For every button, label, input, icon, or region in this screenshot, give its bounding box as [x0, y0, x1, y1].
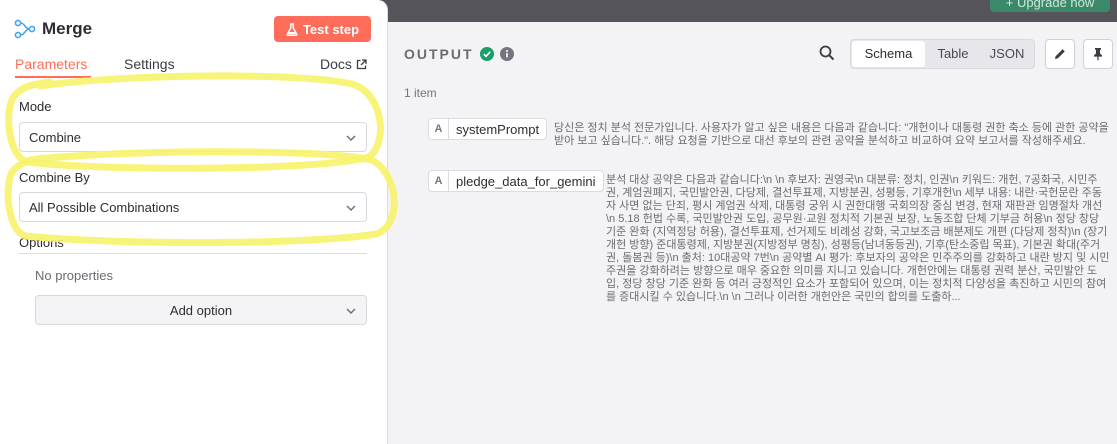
panel-tabs: Parameters Settings Docs — [0, 56, 388, 78]
test-step-button[interactable]: Test step — [274, 16, 371, 42]
string-type-icon: A — [429, 119, 449, 139]
view-table[interactable]: Table — [926, 40, 980, 68]
mode-value: Combine — [29, 129, 82, 145]
combine-by-label: Combine By — [19, 170, 90, 185]
chevron-down-icon — [346, 205, 356, 211]
pin-icon — [1094, 48, 1102, 61]
view-json[interactable]: JSON — [980, 40, 1034, 68]
field-key: systemPrompt — [456, 121, 540, 137]
combine-by-select[interactable]: All Possible Combinations — [19, 192, 367, 222]
field-key: pledge_data_for_gemini — [456, 173, 596, 189]
add-option-button[interactable]: Add option — [35, 295, 367, 325]
docs-link[interactable]: Docs — [320, 56, 367, 72]
chevron-down-icon — [346, 308, 356, 314]
output-title: OUTPUT — [404, 46, 474, 62]
field-value: 분석 대상 공약은 다음과 같습니다:\n \n 후보자: 권영국\n 대분류:… — [606, 174, 1110, 303]
flask-icon — [286, 22, 298, 36]
string-type-icon: A — [429, 171, 449, 191]
combine-by-value: All Possible Combinations — [29, 199, 180, 215]
external-link-icon — [356, 58, 367, 69]
tab-settings[interactable]: Settings — [124, 56, 175, 72]
options-label: Options — [19, 235, 64, 250]
items-count: 1 item — [404, 86, 437, 100]
field-key-pill[interactable]: A pledge_data_for_gemini — [428, 170, 604, 192]
chevron-down-icon — [346, 135, 356, 141]
pin-data-button[interactable] — [1083, 39, 1113, 69]
tab-parameters[interactable]: Parameters — [15, 56, 87, 72]
info-icon[interactable] — [499, 47, 514, 61]
field-key-pill[interactable]: A systemPrompt — [428, 118, 548, 140]
active-tab-indicator — [15, 76, 91, 78]
add-option-label: Add option — [169, 302, 233, 318]
edit-output-button[interactable] — [1045, 39, 1075, 69]
no-properties-text: No properties — [35, 268, 114, 283]
mode-select[interactable]: Combine — [19, 122, 367, 152]
node-parameters-panel: Merge Test step Parameters Settings Docs… — [0, 0, 388, 444]
success-check-icon — [479, 47, 494, 61]
upgrade-button[interactable]: + Upgrade now — [990, 0, 1110, 12]
merge-node-icon — [14, 19, 36, 39]
output-view-toggle: Schema Table JSON — [850, 39, 1035, 69]
docs-label: Docs — [320, 56, 352, 72]
view-schema[interactable]: Schema — [852, 41, 925, 67]
mode-label: Mode — [19, 99, 52, 114]
test-step-label: Test step — [302, 21, 360, 37]
node-header: Merge — [14, 17, 92, 41]
app-root: + Upgrade now Merge Test step Parameters… — [0, 0, 1117, 444]
node-title: Merge — [42, 19, 93, 38]
output-header: OUTPUT — [404, 46, 514, 62]
pencil-icon — [1055, 49, 1065, 59]
field-value: 당신은 정치 분석 전문가입니다. 사용자가 알고 싶은 내용은 다음과 같습니… — [554, 122, 1109, 147]
search-icon[interactable] — [818, 44, 836, 62]
options-divider — [19, 253, 367, 254]
